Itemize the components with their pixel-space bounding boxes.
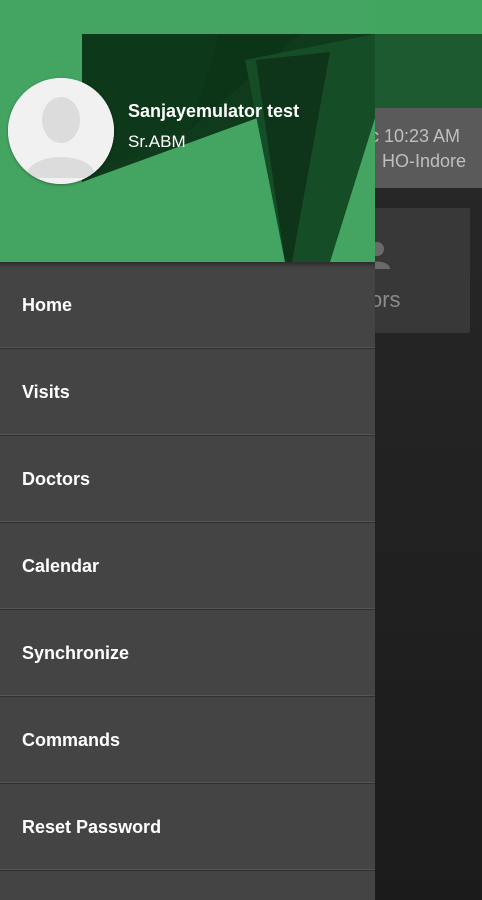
menu-item-commands[interactable]: Commands bbox=[0, 697, 375, 784]
navigation-drawer[interactable]: Sanjayemulator test Sr.ABM Home Visits D… bbox=[0, 0, 375, 900]
user-role: Sr.ABM bbox=[128, 132, 186, 151]
menu-item-label: Synchronize bbox=[22, 643, 130, 663]
default-avatar-icon bbox=[8, 78, 114, 184]
user-name: Sanjayemulator test bbox=[128, 101, 300, 121]
location-text: HO-Indore bbox=[382, 151, 467, 171]
menu-item-visits[interactable]: Visits bbox=[0, 349, 375, 436]
drawer-header: Sanjayemulator test Sr.ABM bbox=[0, 0, 375, 262]
menu-item-reset-password[interactable]: Reset Password bbox=[0, 784, 375, 871]
menu-item-doctors[interactable]: Doctors bbox=[0, 436, 375, 523]
menu-item-label: Home bbox=[22, 295, 73, 315]
menu-item-label: Doctors bbox=[22, 469, 91, 489]
menu-item-label: Calendar bbox=[22, 556, 100, 576]
menu-item-label: Reset Password bbox=[22, 817, 162, 837]
user-avatar[interactable] bbox=[8, 78, 114, 184]
menu-item-calendar[interactable]: Calendar bbox=[0, 523, 375, 610]
menu-item-label: Commands bbox=[22, 730, 121, 750]
drawer-menu: Home Visits Doctors Calendar Synchronize… bbox=[0, 262, 375, 871]
doctors-tile[interactable] bbox=[360, 208, 470, 333]
menu-item-label: Visits bbox=[22, 382, 70, 402]
menu-item-home[interactable]: Home bbox=[0, 262, 375, 349]
menu-item-synchronize[interactable]: Synchronize bbox=[0, 610, 375, 697]
login-time-text: c 10:23 AM bbox=[370, 126, 461, 146]
